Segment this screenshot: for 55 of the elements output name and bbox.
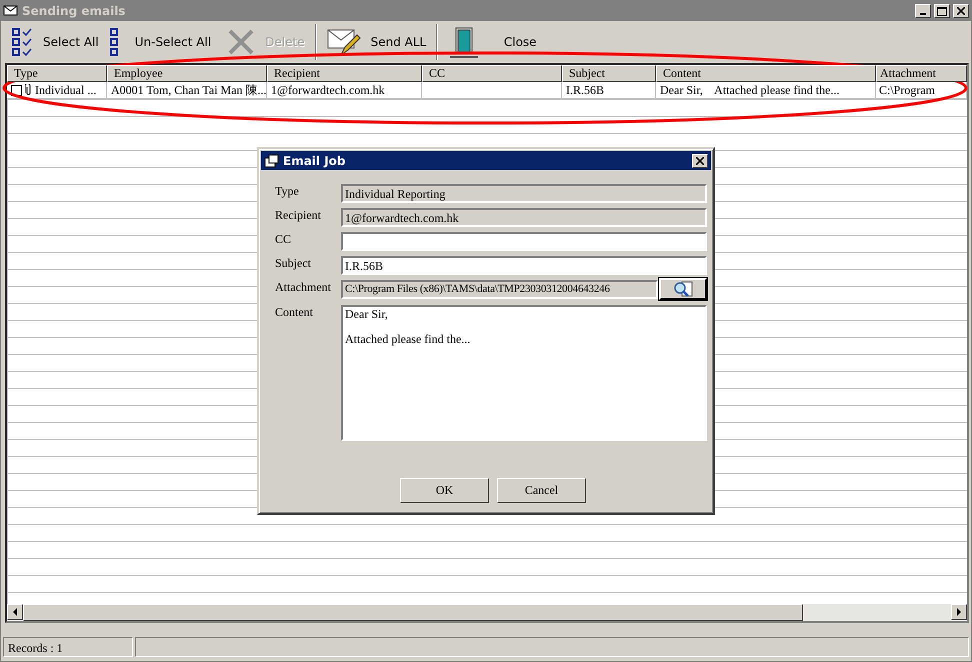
table-cell: 1@forwardtech.com.hk bbox=[267, 82, 422, 99]
field-label: Recipient bbox=[275, 208, 322, 224]
window-title: Sending emails bbox=[22, 4, 126, 18]
paperclip-icon bbox=[25, 84, 32, 96]
field-label: Type bbox=[275, 184, 300, 200]
close-button[interactable]: Close bbox=[442, 23, 556, 61]
close-button[interactable] bbox=[953, 4, 969, 18]
unselect-button[interactable]: Un-Select All bbox=[128, 23, 218, 61]
column-header[interactable]: Recipient bbox=[267, 65, 422, 82]
attachment-field[interactable]: C:\Program Files (x86)\TAMS\data\TMP23030312004643246 bbox=[341, 280, 658, 299]
select-button[interactable]: Select All bbox=[5, 23, 125, 61]
envelope-icon bbox=[3, 4, 19, 18]
left-arrow-icon[interactable] bbox=[12, 608, 18, 616]
checkbox-list-icon bbox=[108, 27, 119, 57]
column-header[interactable]: Attachment bbox=[876, 65, 967, 82]
table-cell: C:\Program bbox=[876, 82, 967, 99]
column-header[interactable]: Type bbox=[7, 65, 107, 82]
content-line: Attached please find the... bbox=[345, 333, 472, 345]
field-label: Subject bbox=[275, 256, 312, 272]
browse-button[interactable] bbox=[659, 278, 707, 300]
horizontal-scrollbar[interactable] bbox=[7, 604, 967, 621]
checklist-icon bbox=[11, 27, 33, 57]
field-label: CC bbox=[275, 232, 292, 248]
type-text: Individual ... bbox=[35, 82, 96, 98]
content-line: Dear Sir, bbox=[345, 308, 389, 320]
input-field[interactable]: I.R.56B bbox=[341, 256, 707, 275]
maximize-icon bbox=[937, 6, 947, 16]
input-field[interactable] bbox=[341, 232, 707, 251]
column-header[interactable]: Employee bbox=[107, 65, 267, 82]
dialog-title: Email Job bbox=[283, 154, 347, 168]
send-button[interactable]: Send ALL bbox=[320, 23, 432, 61]
close-icon bbox=[957, 7, 965, 15]
right-arrow-icon[interactable] bbox=[956, 608, 962, 616]
close-button[interactable] bbox=[692, 154, 708, 168]
checkbox[interactable] bbox=[11, 84, 22, 96]
column-header[interactable]: Content bbox=[656, 65, 876, 82]
records-count: Records : 1 bbox=[3, 637, 133, 657]
input-field[interactable]: 1@forwardtech.com.hk bbox=[341, 208, 707, 227]
minimize-button[interactable] bbox=[915, 4, 931, 18]
table-cell: A0001 Tom, Chan Tai Man 陳... bbox=[107, 82, 267, 99]
column-header[interactable]: CC bbox=[422, 65, 562, 82]
dialog-button[interactable]: Cancel bbox=[497, 478, 586, 503]
close-icon bbox=[696, 156, 704, 164]
field-label: Content bbox=[275, 305, 314, 321]
input-field[interactable]: Individual Reporting bbox=[341, 184, 707, 203]
document-icon bbox=[264, 154, 280, 168]
table-cell: I.R.56B bbox=[562, 82, 656, 99]
x-icon bbox=[227, 28, 256, 56]
content-field[interactable]: Dear Sir, Attached please find the... bbox=[341, 305, 707, 441]
dialog-button[interactable]: OK bbox=[400, 478, 489, 503]
door-icon bbox=[448, 26, 480, 58]
maximize-button[interactable] bbox=[934, 4, 950, 18]
table-cell: Dear Sir, Attached please find the... bbox=[656, 82, 876, 99]
column-header[interactable]: Subject bbox=[562, 65, 656, 82]
field-label: Attachment bbox=[275, 280, 332, 296]
